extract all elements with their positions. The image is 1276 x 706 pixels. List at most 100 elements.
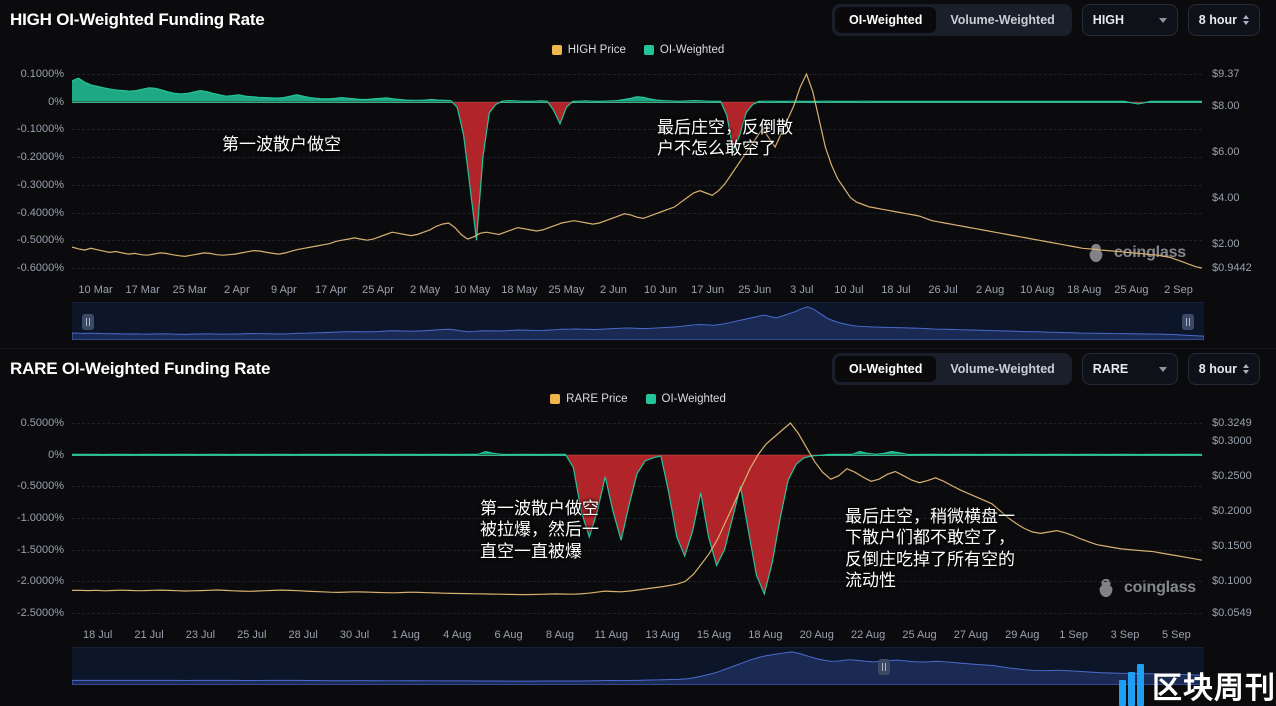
funding-positive-area xyxy=(72,78,1202,102)
tab-volume-weighted-high[interactable]: Volume-Weighted xyxy=(936,7,1068,33)
y-tick-right: $9.37 xyxy=(1212,68,1240,80)
chart-header-high: HIGH OI-Weighted Funding Rate OI-Weighte… xyxy=(0,0,1276,40)
x-tick: 25 Aug xyxy=(1114,284,1149,296)
symbol-select-value-high: HIGH xyxy=(1092,13,1125,27)
chevron-down-icon xyxy=(1158,366,1167,372)
y-tick-left: -0.3000% xyxy=(16,178,64,191)
y-tick-left: -0.5000% xyxy=(16,234,64,247)
y-axis-left-rare: 0.5000% 0% -0.5000% -1.0000% -1.5000% -2.0000… xyxy=(0,409,70,627)
x-tick: 10 Jun xyxy=(644,284,678,296)
chart-legend-high: HIGH Price OI-Weighted xyxy=(0,40,1276,60)
brand-label: 区块周刊 xyxy=(1152,672,1276,705)
y-tick-right: $8.00 xyxy=(1212,99,1240,112)
y-tick-left: 0.1000% xyxy=(20,68,64,80)
brand-bars-icon xyxy=(1119,664,1144,706)
y-tick-left: 0% xyxy=(48,448,64,461)
x-tick: 10 May xyxy=(454,284,491,296)
y-tick-left: 0% xyxy=(48,95,64,108)
brand-overlay: 区块周刊 xyxy=(1119,663,1276,706)
x-tick: 21 Jul xyxy=(134,629,164,641)
x-axis-rare: 18 Jul 21 Jul 23 Jul 25 Jul 28 Jul 30 Jul 1 Au… xyxy=(72,627,1202,647)
range-navigator-high[interactable] xyxy=(72,302,1204,340)
x-tick: 13 Aug xyxy=(645,629,680,641)
legend-item-oi-high[interactable]: OI-Weighted xyxy=(643,44,725,56)
x-tick: 17 Apr xyxy=(315,284,347,296)
symbol-select-value-rare: RARE xyxy=(1092,362,1129,376)
symbol-select-rare[interactable]: RARE xyxy=(1081,353,1178,385)
x-tick: 17 Mar xyxy=(125,284,160,296)
x-tick: 2 May xyxy=(410,284,441,296)
y-tick-right: $0.9442 xyxy=(1212,262,1252,274)
chart-annotation: 最后庄空，稍微横盘一 下散户们都不敢空了， 反倒庄吃掉了所有空的 流动性 xyxy=(845,507,1015,591)
up-down-icon xyxy=(1243,364,1249,374)
x-tick: 29 Aug xyxy=(1005,629,1040,641)
plot-area-rare[interactable]: 0.5000% 0% -0.5000% -1.0000% -1.5000% -2.0000… xyxy=(0,409,1276,627)
x-tick: 18 Jul xyxy=(82,629,113,641)
legend-label-oi-rare: OI-Weighted xyxy=(661,393,726,405)
chart-annotation: 第一波散户做空 xyxy=(222,135,341,155)
navigator-handle-left-rare[interactable] xyxy=(878,658,890,675)
x-tick: 11 Aug xyxy=(594,629,629,641)
chart-panel-rare: RARE OI-Weighted Funding Rate OI-Weighte… xyxy=(0,349,1276,706)
x-tick: 1 Aug xyxy=(391,629,420,641)
x-tick: 22 Aug xyxy=(850,629,886,641)
y-tick-left: -1.5000% xyxy=(16,543,64,556)
y-tick-right: $0.0549 xyxy=(1212,607,1252,619)
symbol-select-high[interactable]: HIGH xyxy=(1081,4,1178,36)
x-tick: 5 Sep xyxy=(1161,629,1191,641)
x-tick: 1 Sep xyxy=(1059,629,1088,641)
y-tick-left: -1.0000% xyxy=(16,512,64,524)
price-line xyxy=(72,72,1202,269)
legend-item-price-high[interactable]: HIGH Price xyxy=(551,44,626,56)
legend-item-oi-rare[interactable]: OI-Weighted xyxy=(645,393,726,405)
y-tick-left: -2.0000% xyxy=(16,575,64,588)
x-tick: 18 Jul xyxy=(881,284,911,296)
x-tick: 26 Jul xyxy=(928,284,958,296)
x-tick: 25 Aug xyxy=(902,629,937,641)
weighting-toggle-rare[interactable]: OI-Weighted Volume-Weighted xyxy=(832,353,1072,385)
y-axis-right-high: $9.37 $8.00 $6.00 $4.00 $2.00 $0.9442 xyxy=(1206,60,1276,282)
range-navigator-rare[interactable] xyxy=(72,647,1204,685)
interval-stepper-rare[interactable]: 8 hour xyxy=(1187,353,1260,385)
x-tick: 18 Aug xyxy=(748,629,783,641)
x-tick: 25 Mar xyxy=(172,284,207,296)
x-tick: 20 Aug xyxy=(799,629,834,641)
y-tick-right: $6.00 xyxy=(1212,145,1240,158)
navigator-handle-left-high[interactable] xyxy=(82,313,94,330)
x-tick: 6 Aug xyxy=(494,629,523,641)
x-tick: 25 Apr xyxy=(362,284,394,296)
legend-swatch-price-icon xyxy=(551,45,562,55)
tab-oi-weighted-high[interactable]: OI-Weighted xyxy=(835,7,937,33)
tab-volume-weighted-rare[interactable]: Volume-Weighted xyxy=(936,356,1068,382)
x-tick: 23 Jul xyxy=(185,629,216,641)
x-tick: 27 Aug xyxy=(953,629,988,641)
legend-item-price-rare[interactable]: RARE Price xyxy=(550,393,628,405)
chart-panel-high: HIGH OI-Weighted Funding Rate OI-Weighte… xyxy=(0,0,1276,348)
x-tick: 17 Jun xyxy=(691,284,725,296)
chart-legend-rare: RARE Price OI-Weighted xyxy=(0,389,1276,409)
x-tick: 2 Aug xyxy=(976,284,1005,296)
y-tick-right: $0.2500 xyxy=(1212,469,1252,482)
chart-header-rare: RARE OI-Weighted Funding Rate OI-Weighte… xyxy=(0,349,1276,389)
interval-stepper-high[interactable]: 8 hour xyxy=(1187,4,1260,36)
x-tick: 4 Aug xyxy=(443,629,472,641)
x-tick: 3 Jul xyxy=(790,284,814,296)
legend-label-price-high: HIGH Price xyxy=(567,44,626,56)
y-tick-left: -2.5000% xyxy=(16,607,64,619)
x-tick: 3 Sep xyxy=(1110,629,1140,641)
y-axis-left-high: 0.1000% 0% -0.1000% -0.2000% -0.3000% -0.4000… xyxy=(0,60,70,282)
legend-label-oi-high: OI-Weighted xyxy=(659,44,725,56)
chart-controls-high: OI-Weighted Volume-Weighted HIGH 8 hour xyxy=(832,4,1260,36)
tab-oi-weighted-rare[interactable]: OI-Weighted xyxy=(835,356,937,382)
y-tick-right: $0.1500 xyxy=(1212,540,1252,553)
x-tick: 2 Jun xyxy=(599,284,627,296)
page-title-rare: RARE OI-Weighted Funding Rate xyxy=(10,359,271,378)
weighting-toggle-high[interactable]: OI-Weighted Volume-Weighted xyxy=(832,4,1072,36)
navigator-sparkline xyxy=(72,306,1204,340)
plot-area-high[interactable]: 0.1000% 0% -0.1000% -0.2000% -0.3000% -0.4000… xyxy=(0,60,1276,282)
navigator-handle-right-high[interactable] xyxy=(1182,313,1194,330)
chart-annotation: 最后庄空，反倒散 户不怎么敢空了 xyxy=(657,118,793,160)
x-tick: 25 Jul xyxy=(237,629,267,641)
x-tick: 18 May xyxy=(501,284,538,296)
y-tick-right: $0.3249 xyxy=(1212,417,1252,429)
